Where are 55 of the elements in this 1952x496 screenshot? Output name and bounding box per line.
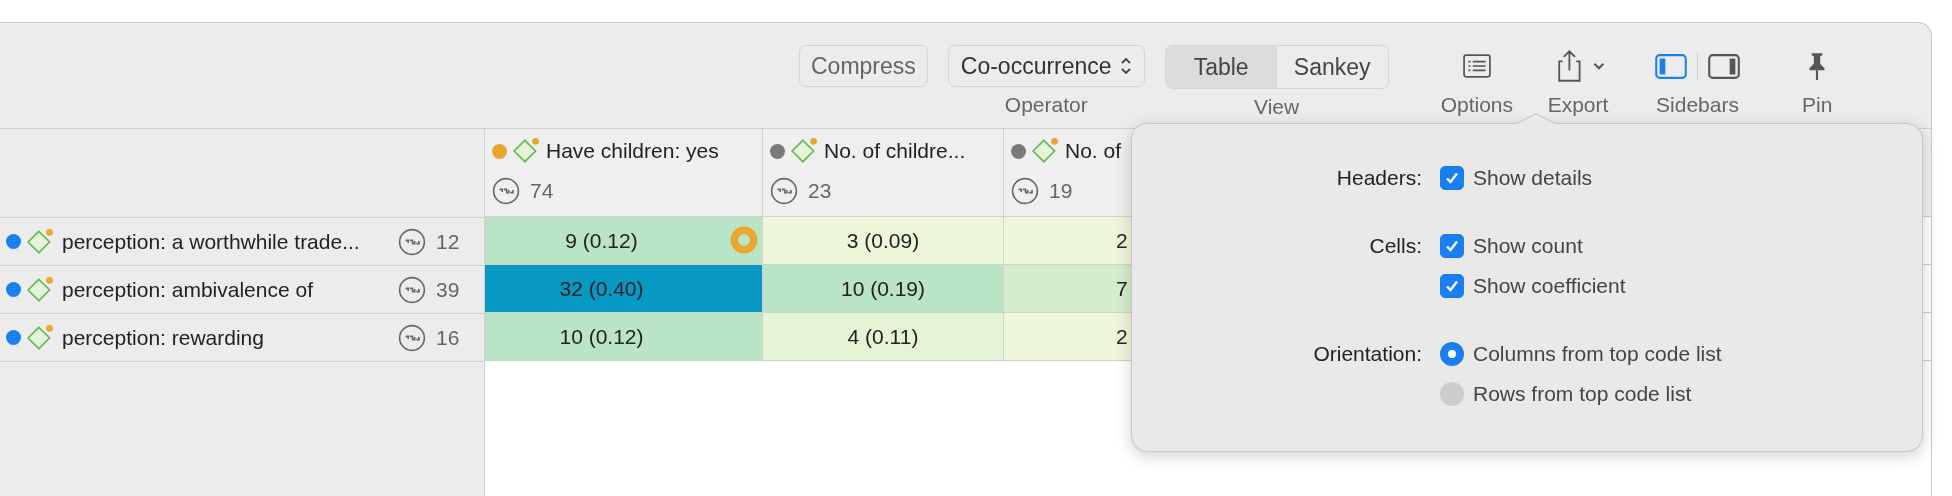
code-diamond-icon: [1031, 137, 1061, 165]
checkbox[interactable]: [1440, 234, 1464, 258]
code-diamond-icon: [26, 323, 56, 352]
row-label: perception: rewarding: [62, 325, 265, 350]
option-text: Show count: [1473, 234, 1583, 258]
view-label: View: [1254, 96, 1300, 118]
quote-icon: [398, 323, 426, 352]
compress-button[interactable]: Compress: [799, 45, 928, 87]
table-cell: 32 (0.40): [485, 265, 763, 312]
column-count: 23: [808, 179, 832, 203]
code-diamond-icon: [512, 137, 542, 165]
left-sidebar-icon[interactable]: [1655, 53, 1688, 79]
quote-icon: [398, 275, 426, 304]
row-count: 16: [436, 325, 460, 350]
code-diamond-icon: [790, 137, 820, 165]
row-count: 12: [436, 229, 460, 254]
option-text: Show coefficient: [1473, 274, 1626, 298]
column-header: No. of childre...: [824, 139, 966, 163]
row-count: 39: [436, 277, 460, 302]
quote-icon: [1011, 177, 1039, 205]
pin-label: Pin: [1802, 94, 1833, 116]
code-diamond-icon: [26, 275, 56, 304]
table-cell: 10 (0.12): [485, 313, 763, 360]
quote-icon: [492, 177, 520, 205]
radio-button[interactable]: [1440, 342, 1464, 366]
checkbox[interactable]: [1440, 166, 1464, 190]
table-cell: 9 (0.12): [485, 217, 763, 264]
row-label: perception: a worthwhile trade...: [62, 229, 361, 254]
options-label: Options: [1440, 94, 1514, 116]
table-cell: 4 (0.11): [763, 313, 1004, 360]
option-text: Columns from top code list: [1473, 342, 1722, 366]
column-count: 19: [1049, 179, 1073, 203]
quote-icon: [398, 227, 426, 256]
operator-label: Operator: [1004, 94, 1088, 116]
right-sidebar-icon[interactable]: [1708, 53, 1741, 79]
column-header: No. of: [1065, 139, 1122, 163]
option-text: Rows from top code list: [1473, 382, 1692, 406]
export-label: Export: [1547, 94, 1609, 116]
quote-icon: [770, 177, 798, 205]
view-tab[interactable]: Table: [1165, 46, 1277, 88]
list-icon[interactable]: [1462, 54, 1491, 78]
table-cell: 3 (0.09): [763, 217, 1004, 264]
column-count: 74: [530, 179, 554, 203]
column-header: Have children: yes: [546, 139, 719, 163]
radio-button[interactable]: [1440, 382, 1464, 406]
updown-chevron-icon: [1119, 56, 1132, 76]
row-label: perception: ambivalence of: [62, 277, 314, 302]
option-label: Headers:: [1335, 166, 1422, 190]
option-label: Cells:: [1368, 234, 1422, 258]
sidebars-label: Sidebars: [1656, 94, 1739, 116]
table-cell: 10 (0.19): [763, 265, 1004, 312]
option-text: Show details: [1473, 166, 1593, 190]
operator-select[interactable]: Co-occurrence: [947, 45, 1145, 87]
code-diamond-icon: [26, 227, 56, 256]
checkbox[interactable]: [1440, 274, 1464, 298]
